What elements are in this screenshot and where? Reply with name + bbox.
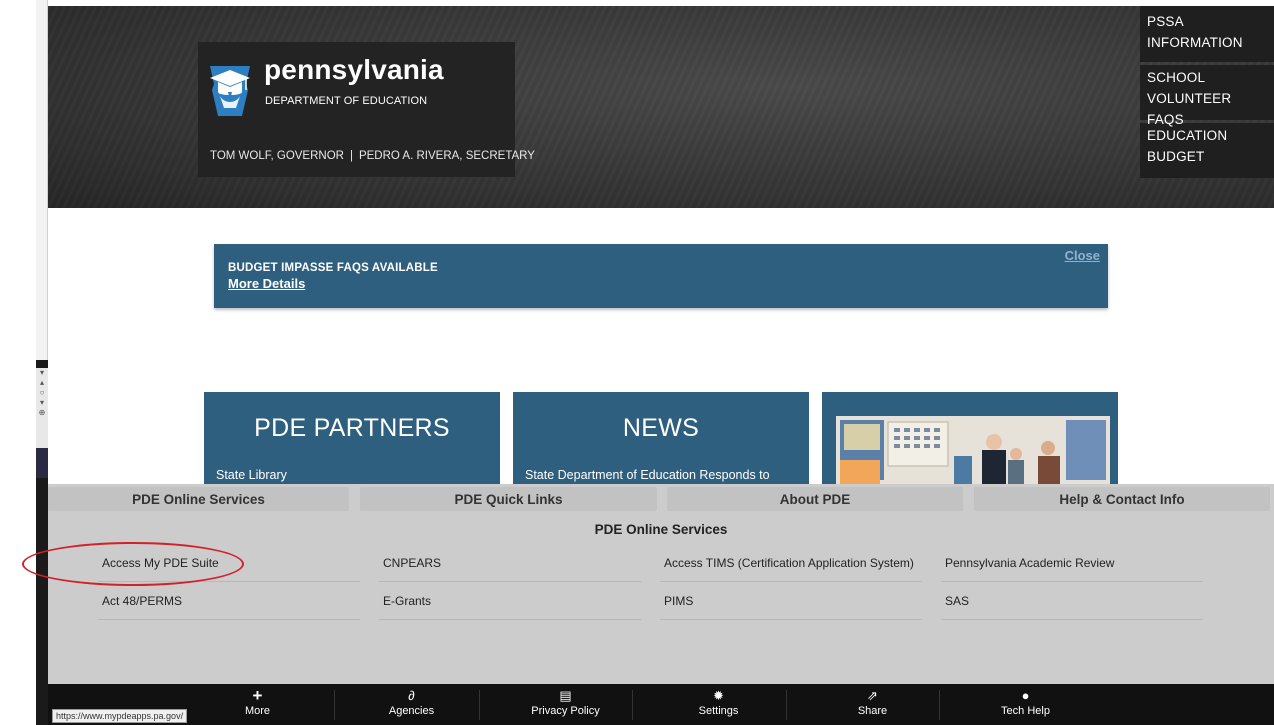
toolbar-label: Agencies bbox=[388, 705, 435, 717]
bottom-toolbar: + More ∂ Agencies ▤ Privacy Policy ✹ Set… bbox=[48, 684, 1274, 725]
toolbar-privacy-policy-button[interactable]: ▤ Privacy Policy bbox=[489, 688, 642, 721]
toolbar-label: Tech Help bbox=[1001, 705, 1050, 717]
toolbar-more-button[interactable]: + More bbox=[181, 686, 334, 721]
link-sas[interactable]: SAS bbox=[941, 582, 1203, 620]
toolbar-divider bbox=[479, 690, 480, 720]
top-nav: PSSA INFORMATION SCHOOL VOLUNTEER FAQS E… bbox=[1140, 6, 1274, 181]
link-pims[interactable]: PIMS bbox=[660, 582, 922, 620]
toolbar-settings-button[interactable]: ✹ Settings bbox=[642, 688, 795, 721]
footer-tab-online-services[interactable]: PDE Online Services bbox=[48, 487, 349, 511]
red-annotation-circle bbox=[22, 542, 244, 586]
footer-tab-quick-links[interactable]: PDE Quick Links bbox=[360, 487, 657, 511]
side-zoom-control[interactable]: ▾ ▴ ○ ▾ ⊕ bbox=[36, 368, 48, 448]
side-scroll-area bbox=[36, 0, 48, 360]
footer-panel: PDE Online Services PDE Quick Links Abou… bbox=[48, 484, 1274, 684]
tile-title: NEWS bbox=[622, 414, 700, 442]
link-cnpears[interactable]: CNPEARS bbox=[379, 544, 641, 582]
toolbar-label: Share bbox=[857, 705, 888, 717]
document-icon: ▤ bbox=[559, 688, 572, 703]
keystone-graduation-cap-icon bbox=[210, 66, 250, 116]
top-nav-school-volunteer-faqs[interactable]: SCHOOL VOLUNTEER FAQS bbox=[1140, 65, 1274, 127]
chat-icon: ● bbox=[1021, 688, 1030, 703]
alert-more-details-link[interactable]: More Details bbox=[228, 276, 305, 291]
online-services-heading: PDE Online Services bbox=[594, 522, 728, 537]
toolbar-label: More bbox=[244, 705, 271, 717]
tile-title: PDE PARTNERS bbox=[254, 414, 450, 442]
site-header: pennsylvania DEPARTMENT OF EDUCATION TOM… bbox=[48, 6, 1274, 208]
toolbar-label: Settings bbox=[698, 705, 739, 717]
alert-banner: BUDGET IMPASSE FAQS AVAILABLE More Detai… bbox=[214, 244, 1108, 308]
link-e-grants[interactable]: E-Grants bbox=[379, 582, 641, 620]
brand-name: pennsylvania bbox=[264, 54, 444, 85]
top-nav-pssa-information[interactable]: PSSA INFORMATION bbox=[1140, 6, 1274, 62]
logo-block[interactable]: pennsylvania DEPARTMENT OF EDUCATION TOM… bbox=[198, 42, 535, 177]
toolbar-share-button[interactable]: ⇗ Share bbox=[796, 688, 949, 721]
link-icon: ∂ bbox=[408, 688, 415, 703]
toolbar-divider bbox=[632, 690, 633, 720]
classroom-photo bbox=[836, 416, 1110, 484]
toolbar-tech-help-button[interactable]: ● Tech Help bbox=[949, 688, 1102, 721]
brand-subtitle: DEPARTMENT OF EDUCATION bbox=[265, 95, 428, 107]
alert-close-link[interactable]: Close bbox=[1065, 248, 1100, 263]
status-bar-url: https://www.mypdeapps.pa.gov/ bbox=[52, 709, 188, 723]
governor-text: TOM WOLF, GOVERNOR bbox=[210, 150, 344, 162]
link-access-tims[interactable]: Access TIMS (Certification Application S… bbox=[660, 544, 922, 582]
officials-line: TOM WOLF, GOVERNOR | PEDRO A. RIVERA, SECR… bbox=[210, 150, 535, 162]
share-icon: ⇗ bbox=[867, 688, 878, 703]
tile-link-text[interactable]: State Library bbox=[216, 468, 287, 482]
plus-icon: + bbox=[252, 686, 263, 705]
tile-photo-feature[interactable] bbox=[822, 392, 1118, 484]
toolbar-agencies-button[interactable]: ∂ Agencies bbox=[335, 688, 488, 721]
tile-pde-partners[interactable]: PDE PARTNERS State Library bbox=[204, 392, 500, 484]
officials-separator: | bbox=[349, 150, 353, 162]
secretary-text: PEDRO A. RIVERA, SECRETARY bbox=[358, 150, 535, 162]
link-act48-perms[interactable]: Act 48/PERMS bbox=[98, 582, 360, 620]
toolbar-label: Privacy Policy bbox=[531, 705, 600, 717]
footer-tab-help-contact[interactable]: Help & Contact Info bbox=[974, 487, 1270, 511]
classroom-photo-illustration bbox=[836, 416, 1110, 484]
tile-news[interactable]: NEWS State Department of Education Respo… bbox=[513, 392, 809, 484]
top-nav-education-budget[interactable]: EDUCATION BUDGET bbox=[1140, 123, 1274, 178]
footer-tab-about-pde[interactable]: About PDE bbox=[667, 487, 963, 511]
link-pa-academic-review[interactable]: Pennsylvania Academic Review bbox=[941, 544, 1203, 582]
alert-title: BUDGET IMPASSE FAQS AVAILABLE bbox=[228, 262, 438, 274]
tile-link-text[interactable]: State Department of Education Responds t… bbox=[525, 468, 770, 482]
toolbar-divider bbox=[939, 690, 940, 720]
gear-icon: ✹ bbox=[713, 688, 724, 703]
side-rail-block bbox=[36, 448, 48, 478]
page-margin bbox=[0, 0, 36, 725]
toolbar-divider bbox=[786, 690, 787, 720]
